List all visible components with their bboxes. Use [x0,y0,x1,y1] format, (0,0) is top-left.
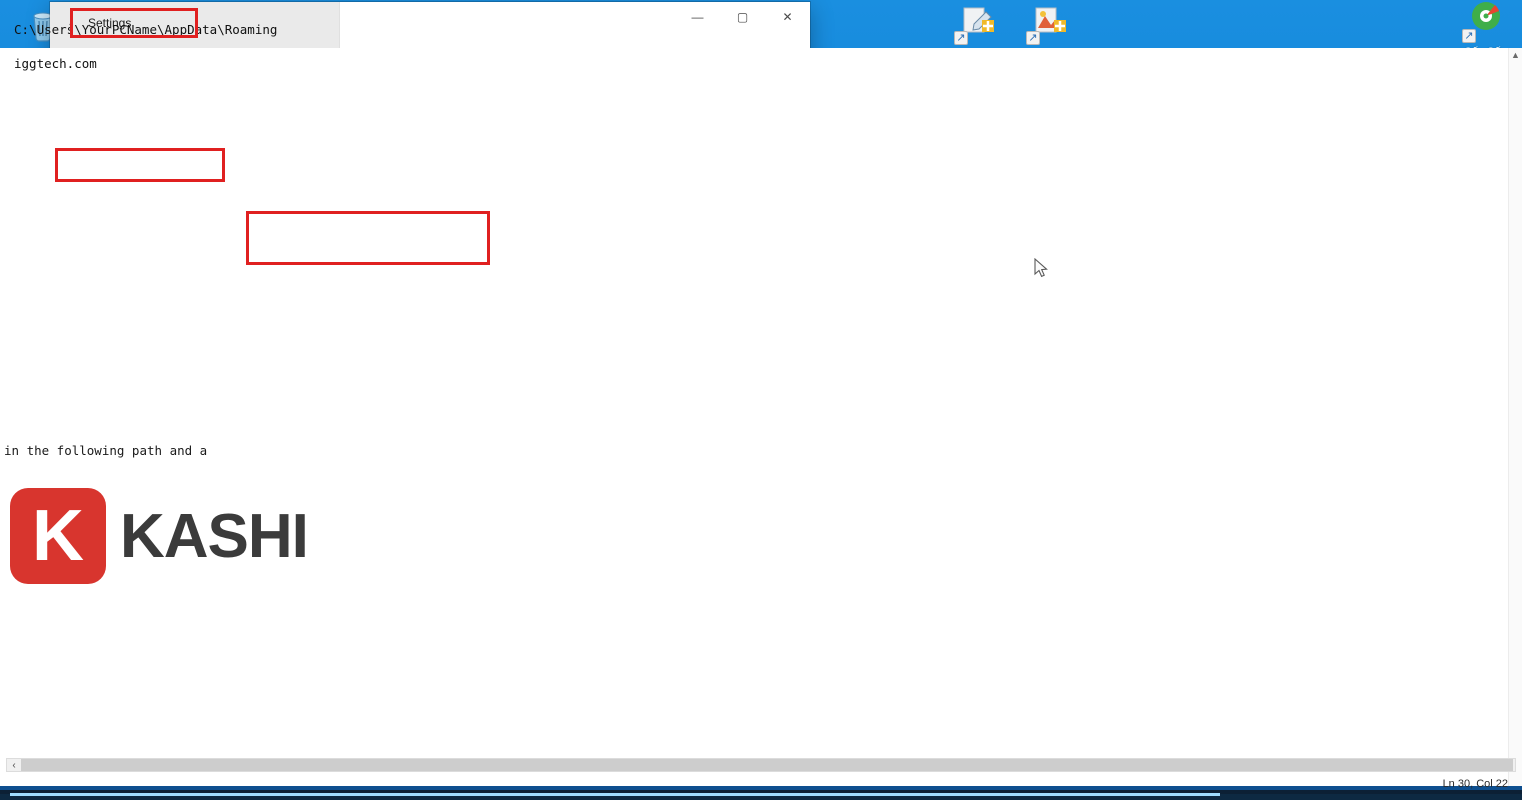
settings-maximize-button[interactable]: ▢ [720,2,765,32]
article-scrollbar[interactable]: ▲ [1508,48,1522,800]
mouse-cursor [1034,258,1050,285]
scroll-up-icon[interactable]: ▲ [1509,48,1522,60]
settings-window-controls[interactable]: — ▢ ✕ [675,2,810,32]
editor-horizontal-scrollbar[interactable]: ‹ [6,758,1516,772]
settings-close-button[interactable]: ✕ [765,2,810,32]
kashi-logo: K KASHI [10,488,308,584]
editor-line-2[interactable]: iggtech.com [6,56,97,71]
scrollbar-thumb[interactable] [21,759,1513,771]
kashi-mark-icon: K [10,488,106,584]
taskbar-highlight [10,793,1220,796]
kashi-wordmark: KASHI [120,501,308,572]
fab-icon: ↗ [1028,2,1070,44]
shortcut-overlay-icon: ↗ [954,31,968,45]
settings-minimize-button[interactable]: — [675,2,720,32]
shortcut-overlay-icon: ↗ [1462,29,1476,43]
editor-line-1[interactable]: C:\Users\YourPCName\AppData\Roaming [6,22,277,37]
shortcut-overlay-icon: ↗ [1026,31,1040,45]
coc-coc-icon: ↗ [1464,0,1506,42]
article-text: in the following path and a [4,443,1506,458]
hedit-icon: ↗ [956,2,998,44]
scroll-left-icon[interactable]: ‹ [7,760,21,771]
cursor-position: Ln 30, Col 22 [1443,778,1508,790]
article-window[interactable]: — ▢ ✕ ▲ in the following path and a K KA… [0,0,314,580]
article-body: ▲ in the following path and a K KASHI [0,48,1522,800]
